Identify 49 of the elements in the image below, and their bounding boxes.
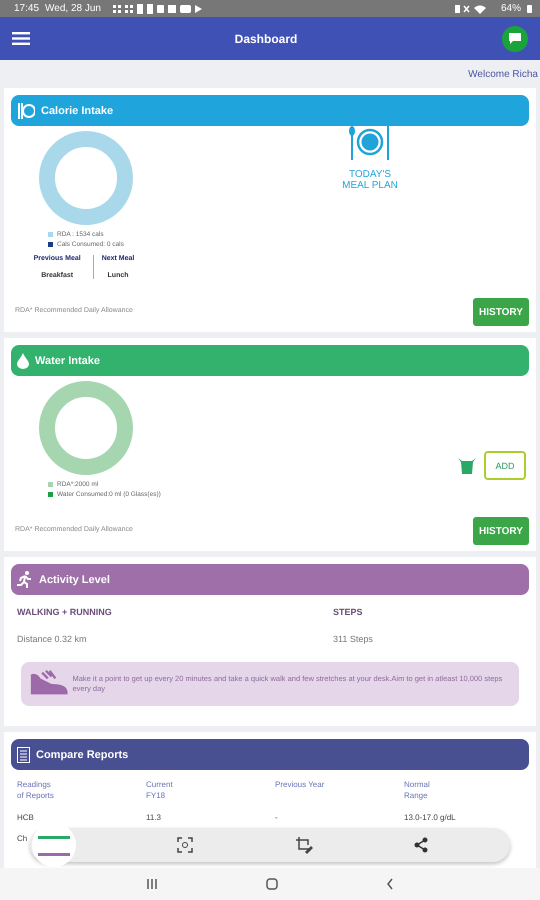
card-title: Activity Level [39,574,110,586]
table-cell-text: 13.0-17.0 g/dL [404,813,457,822]
back-icon[interactable] [386,878,394,890]
grid-notification-icon [113,4,121,12]
screen-title: Dashboard [234,32,298,46]
stat-value: Distance 0.32 km [17,634,88,644]
document-icon [17,746,30,762]
runner-icon [17,571,33,588]
column-header: Current FY18 [146,779,174,802]
water-drop-icon [17,352,29,368]
share-icon[interactable] [414,837,428,853]
square-notification-icon [157,4,164,12]
crop-edit-icon[interactable] [294,836,313,854]
history-button[interactable]: HISTORY [473,298,529,326]
table-cell-text: 11.3 [146,813,162,822]
battery-level: 64% [500,3,521,14]
status-time: 17:45 [14,3,40,14]
image-notification-icon [168,4,176,12]
add-button[interactable]: ADD [484,451,526,480]
scan-icon[interactable] [177,837,194,853]
grid-notification-icon [125,4,133,12]
chat-icon [508,32,522,45]
meal-plan-link[interactable]: TODAY'S [348,169,392,180]
recent-apps-icon[interactable] [146,878,158,890]
history-button[interactable]: HISTORY [473,517,529,545]
glass-icon [458,458,476,474]
status-date: Wed, 28 Jun [45,3,101,14]
card-title: Calorie Intake [41,104,114,116]
cutlery-icon [17,102,35,118]
menu-icon[interactable] [12,32,30,45]
column-header: Readings of Reports [17,779,55,802]
table-cell-text: - [275,813,279,822]
table-cell-text: Ch [17,834,28,844]
stat-heading: WALKING + RUNNING [17,607,113,617]
stat-heading: STEPS [333,607,364,617]
video-notification-icon [180,4,191,12]
column-header: Previous Year [275,779,326,791]
table-cell-text: HCB [17,813,35,822]
meal-plan-link[interactable]: MEAL PLAN [342,180,398,191]
stat-value: 311 Steps [333,634,374,644]
card-title: Compare Reports [36,748,128,760]
home-icon[interactable] [266,878,278,890]
column-header: Normal Range [404,779,431,802]
battery-icon [527,4,532,13]
welcome-text: Welcome Richa [467,68,539,82]
play-notification-icon [195,4,202,12]
card-title: Water Intake [35,354,100,366]
chat-button[interactable] [502,26,528,52]
plate-icon[interactable] [349,126,391,160]
